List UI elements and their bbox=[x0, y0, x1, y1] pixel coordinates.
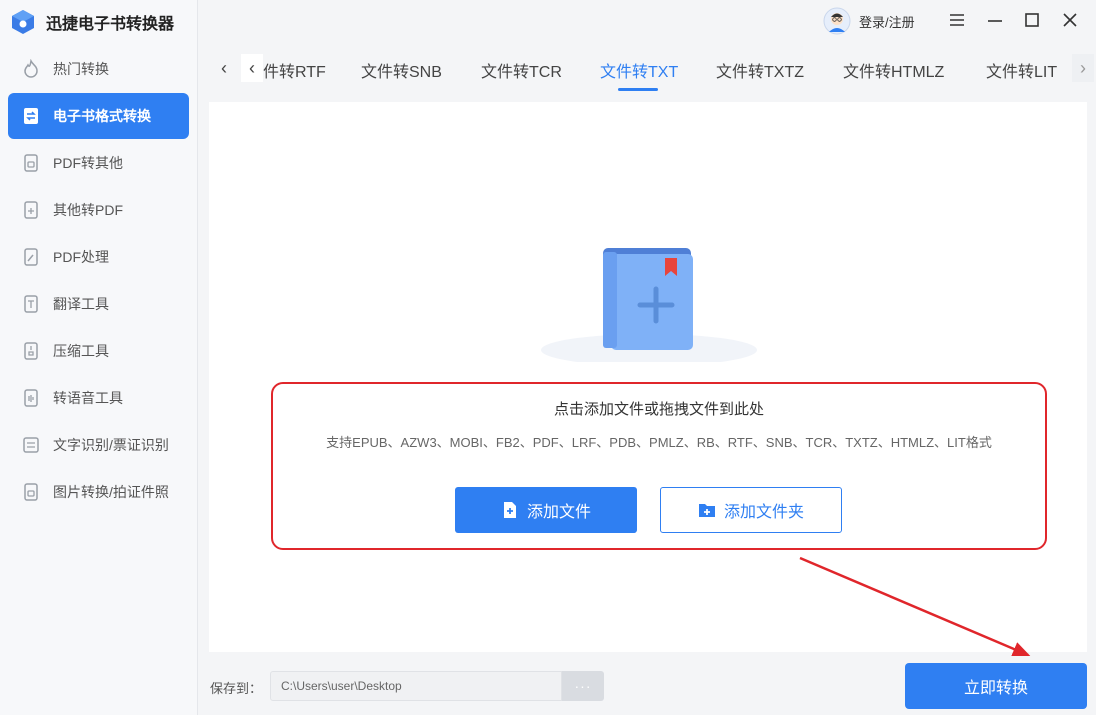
sidebar-item-label: 翻译工具 bbox=[53, 296, 109, 312]
add-folder-icon bbox=[698, 504, 715, 517]
minimize-icon bbox=[988, 20, 1002, 22]
sidebar-item-label: 转语音工具 bbox=[53, 390, 123, 406]
tab-txtz[interactable]: 文件转TXTZ bbox=[716, 58, 804, 82]
add-book-icon bbox=[541, 248, 757, 362]
minimize-button[interactable] bbox=[984, 9, 1006, 31]
tabs-prev-button[interactable]: ‹ bbox=[213, 54, 235, 82]
menu-button[interactable] bbox=[946, 9, 968, 31]
speech-icon bbox=[20, 387, 42, 409]
ebook-convert-icon bbox=[20, 105, 42, 127]
fire-icon bbox=[20, 58, 42, 80]
tab-snb[interactable]: 文件转SNB bbox=[361, 58, 442, 82]
compress-icon bbox=[20, 340, 42, 362]
active-tab-indicator bbox=[618, 88, 658, 91]
chevron-left-icon: ‹ bbox=[221, 57, 227, 78]
add-folder-button[interactable]: 添加文件夹 bbox=[660, 487, 842, 533]
app-title: 迅捷电子书转换器 bbox=[46, 16, 175, 33]
sidebar-item-translate[interactable]: 翻译工具 bbox=[8, 281, 189, 327]
sidebar-item-label: 压缩工具 bbox=[53, 343, 109, 359]
sidebar-item-compress[interactable]: 压缩工具 bbox=[8, 328, 189, 374]
app-logo-icon bbox=[12, 10, 34, 34]
sidebar-item-label: PDF处理 bbox=[53, 249, 109, 265]
top-bar: 登录/注册 bbox=[199, 0, 1096, 42]
sidebar-item-label: 文字识别/票证识别 bbox=[53, 437, 169, 453]
pdf-to-other-icon bbox=[20, 152, 42, 174]
menu-icon bbox=[950, 14, 964, 26]
ocr-icon bbox=[20, 434, 42, 456]
tab-htmlz[interactable]: 文件转HTMLZ bbox=[843, 58, 944, 82]
sidebar-item-hot[interactable]: 热门转换 bbox=[8, 46, 189, 92]
avatar-icon bbox=[823, 7, 851, 35]
format-tabs: ‹ ‹ 件转RTF 文件转SNB 文件转TCR 文件转TXT 文件转TXTZ 文… bbox=[199, 46, 1096, 92]
chevron-left-icon: ‹ bbox=[249, 57, 255, 78]
sidebar-item-label: 热门转换 bbox=[53, 61, 109, 77]
maximize-icon bbox=[1025, 13, 1039, 27]
sidebar-item-pdf-edit[interactable]: PDF处理 bbox=[8, 234, 189, 280]
sidebar-nav: 热门转换 电子书格式转换 PDF转其他 其他转PDF PDF处理 翻译工具 压缩… bbox=[8, 46, 189, 516]
sidebar-item-label: PDF转其他 bbox=[53, 155, 123, 171]
sidebar-item-pdf-to-other[interactable]: PDF转其他 bbox=[8, 140, 189, 186]
file-dropzone[interactable]: 点击添加文件或拖拽文件到此处 支持EPUB、AZW3、MOBI、FB2、PDF、… bbox=[271, 382, 1047, 550]
add-file-button[interactable]: 添加文件 bbox=[455, 487, 637, 533]
add-folder-label: 添加文件夹 bbox=[723, 504, 804, 521]
sidebar-item-label: 电子书格式转换 bbox=[53, 108, 151, 124]
close-icon bbox=[1063, 13, 1077, 27]
tab-lit[interactable]: 文件转LIT bbox=[986, 58, 1057, 82]
translate-icon bbox=[20, 293, 42, 315]
tabs-scroll-left-button[interactable]: ‹ bbox=[241, 54, 263, 82]
tab-tcr[interactable]: 文件转TCR bbox=[481, 58, 562, 82]
close-button[interactable] bbox=[1059, 9, 1081, 31]
chevron-right-icon: › bbox=[1080, 57, 1086, 78]
sidebar-item-ebook-convert[interactable]: 电子书格式转换 bbox=[8, 93, 189, 139]
save-path-field[interactable]: C:\Users\user\Desktop bbox=[270, 671, 562, 701]
browse-button[interactable]: ··· bbox=[562, 671, 604, 701]
tab-rtf[interactable]: 件转RTF bbox=[263, 58, 326, 82]
add-file-label: 添加文件 bbox=[526, 504, 591, 521]
supported-formats: 支持EPUB、AZW3、MOBI、FB2、PDF、LRF、PDB、PMLZ、RB… bbox=[326, 435, 992, 450]
sidebar-item-image-convert[interactable]: 图片转换/拍证件照 bbox=[8, 469, 189, 515]
brand: 迅捷电子书转换器 bbox=[10, 8, 174, 36]
other-to-pdf-icon bbox=[20, 199, 42, 221]
login-label: 登录/注册 bbox=[859, 14, 915, 30]
sidebar-item-other-to-pdf[interactable]: 其他转PDF bbox=[8, 187, 189, 233]
sidebar-item-ocr[interactable]: 文字识别/票证识别 bbox=[8, 422, 189, 468]
sidebar-item-label: 图片转换/拍证件照 bbox=[53, 484, 169, 500]
sidebar-item-speech[interactable]: 转语音工具 bbox=[8, 375, 189, 421]
add-file-icon bbox=[503, 502, 516, 518]
sidebar: 迅捷电子书转换器 热门转换 电子书格式转换 PDF转其他 其他转PDF PDF处… bbox=[0, 0, 198, 715]
pdf-edit-icon bbox=[20, 246, 42, 268]
tab-txt[interactable]: 文件转TXT bbox=[600, 58, 678, 82]
upload-panel[interactable]: 点击添加文件或拖拽文件到此处 支持EPUB、AZW3、MOBI、FB2、PDF、… bbox=[209, 102, 1087, 652]
dropzone-title: 点击添加文件或拖拽文件到此处 bbox=[553, 401, 764, 418]
image-convert-icon bbox=[20, 481, 42, 503]
tabs-next-button[interactable]: › bbox=[1072, 54, 1094, 82]
maximize-button[interactable] bbox=[1021, 9, 1043, 31]
user-login[interactable]: 登录/注册 bbox=[823, 7, 915, 35]
sidebar-item-label: 其他转PDF bbox=[53, 202, 123, 218]
save-location-label: 保存到： bbox=[210, 681, 263, 696]
convert-now-button[interactable]: 立即转换 bbox=[905, 663, 1087, 709]
